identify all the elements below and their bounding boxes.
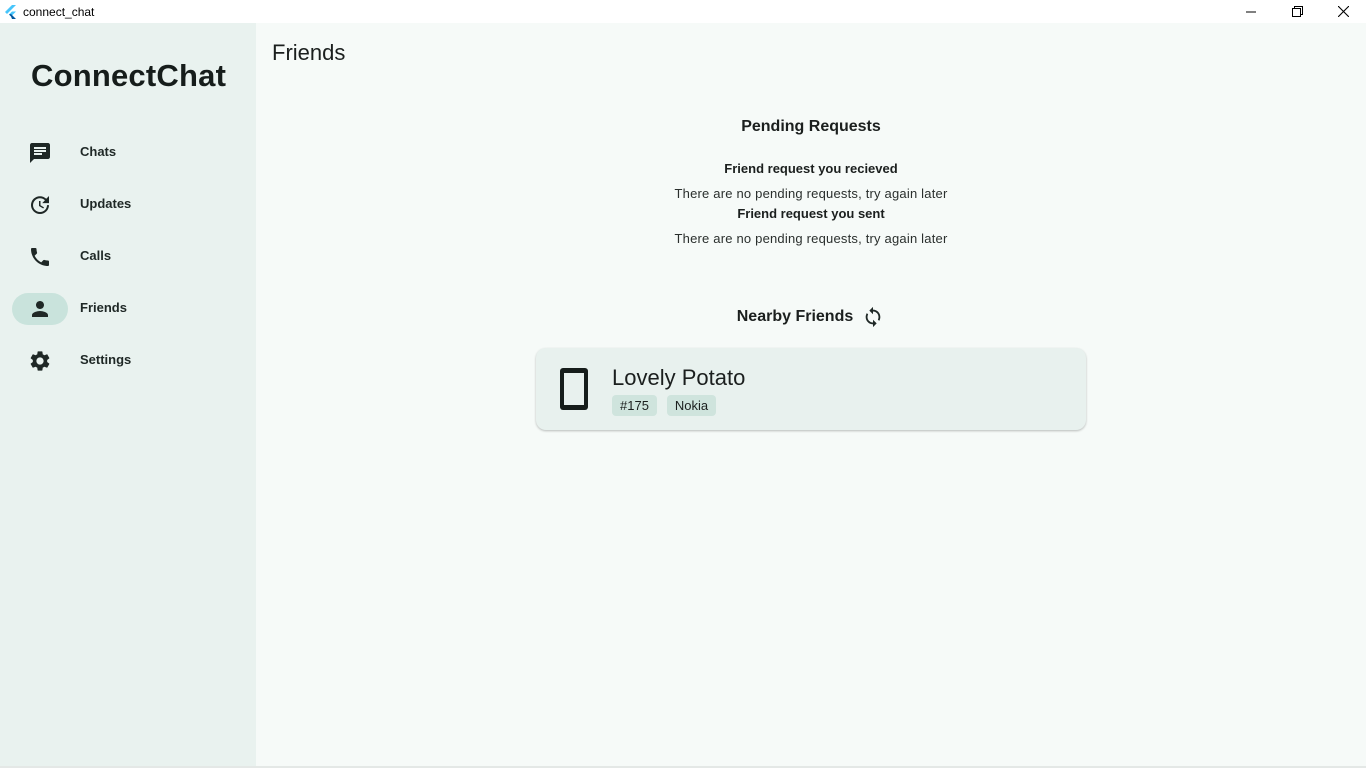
close-window-button[interactable]: [1320, 0, 1366, 23]
updates-icon: [28, 193, 52, 217]
sidebar-item-chats[interactable]: Chats: [0, 127, 256, 179]
sidebar: ConnectChat Chats Updates Calls Friends …: [0, 23, 256, 768]
page-title: Friends: [272, 40, 346, 65]
sidebar-item-calls[interactable]: Calls: [0, 231, 256, 283]
friend-name: Lovely Potato: [612, 365, 746, 390]
sidebar-item-label: Calls: [80, 248, 112, 263]
sidebar-item-settings[interactable]: Settings: [0, 335, 256, 387]
nearby-friends-header: Nearby Friends: [256, 305, 1366, 329]
received-requests-empty: There are no pending requests, try again…: [674, 186, 948, 201]
sidebar-item-updates[interactable]: Updates: [0, 179, 256, 231]
refresh-icon: [865, 306, 881, 328]
minimize-icon: [1246, 11, 1256, 12]
smartphone-icon: [558, 367, 590, 411]
flutter-logo-icon: [4, 4, 18, 19]
sidebar-nav: Chats Updates Calls Friends Settings: [0, 127, 256, 387]
chat-icon: [28, 141, 52, 165]
gear-icon: [28, 349, 52, 373]
window-titlebar: connect_chat: [0, 0, 1366, 23]
window-title: connect_chat: [23, 4, 95, 19]
refresh-button[interactable]: [861, 305, 885, 329]
sidebar-item-label: Chats: [80, 144, 117, 159]
friend-device-chip: Nokia: [666, 395, 717, 416]
sidebar-item-label: Friends: [80, 300, 127, 315]
sidebar-item-label: Settings: [80, 352, 132, 367]
restore-icon: [1291, 6, 1303, 17]
sent-requests-title: Friend request you sent: [737, 206, 885, 221]
restore-button[interactable]: [1274, 0, 1320, 23]
sidebar-item-friends[interactable]: Friends: [0, 283, 256, 335]
main-content: Friends Pending Requests Friend request …: [256, 23, 1366, 768]
friend-id-chip: #175: [612, 395, 657, 416]
phone-icon: [28, 245, 52, 269]
received-requests-title: Friend request you recieved: [724, 161, 898, 176]
friend-tags: #175 Nokia: [612, 395, 717, 416]
minimize-button[interactable]: [1228, 0, 1274, 23]
nearby-friends-title: Nearby Friends: [736, 308, 854, 325]
nearby-friend-card[interactable]: Lovely Potato #175 Nokia: [536, 348, 1086, 430]
sidebar-item-label: Updates: [80, 196, 132, 211]
pending-requests-title: Pending Requests: [741, 118, 881, 135]
person-icon: [28, 297, 52, 321]
close-icon: [1337, 6, 1349, 17]
sent-requests-empty: There are no pending requests, try again…: [674, 231, 948, 246]
app-brand: ConnectChat: [31, 58, 227, 93]
